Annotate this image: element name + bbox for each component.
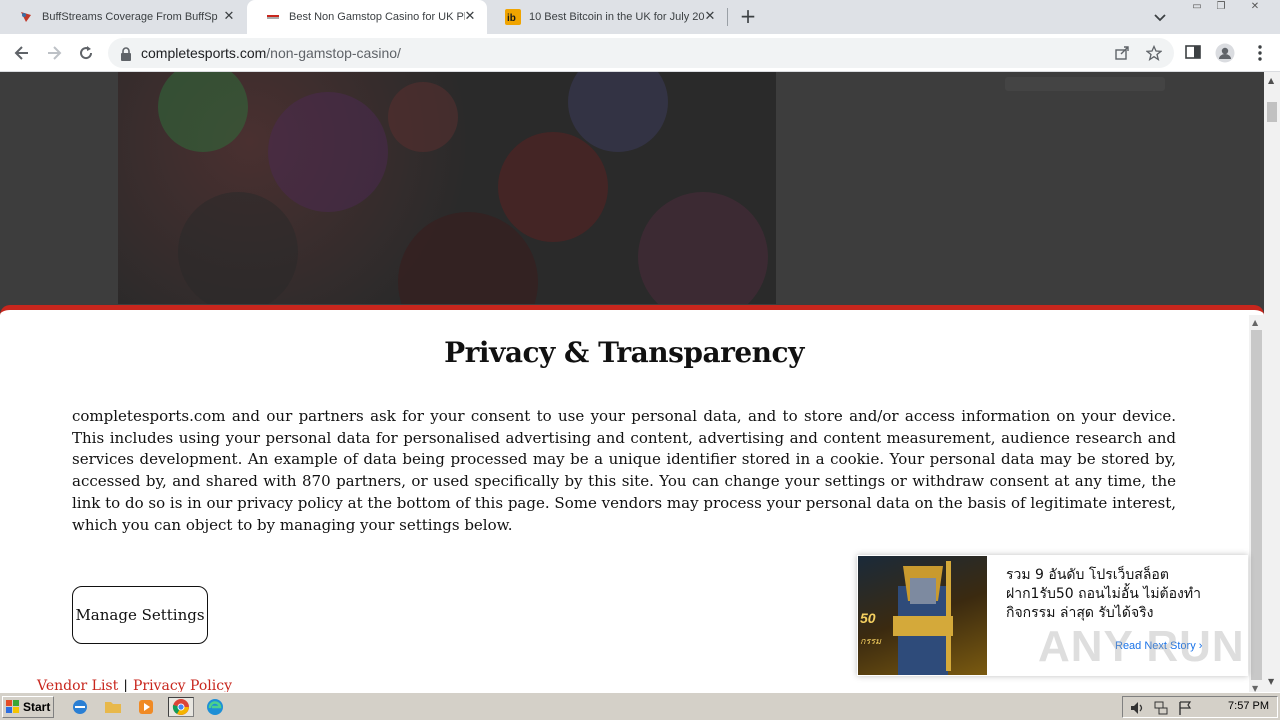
- restore-window-icon[interactable]: ❐: [1210, 0, 1232, 16]
- svg-text:ib: ib: [507, 13, 516, 24]
- volume-icon[interactable]: [1129, 700, 1145, 716]
- taskbar-clock[interactable]: 7:57 PM: [1228, 700, 1269, 712]
- system-tray: 7:57 PM: [1122, 696, 1278, 718]
- modal-footer-links: Vendor List | Privacy Policy: [37, 678, 232, 692]
- modal-scrollbar[interactable]: ▲ ▼: [1249, 315, 1264, 692]
- ad-headline[interactable]: รวม 9 อันดับ โปรเว็บสล็อต ฝาก1รับ50 ถอนไ…: [1006, 566, 1236, 623]
- tab-search-chevron-down-icon[interactable]: [1152, 9, 1168, 25]
- url-text[interactable]: completesports.com/non-gamstop-casino/: [141, 45, 401, 61]
- url-path: /non-gamstop-casino/: [266, 45, 401, 61]
- tab-title: BuffStreams Coverage From BuffSpo: [42, 11, 218, 23]
- modal-scroll-up-icon[interactable]: ▲: [1252, 319, 1261, 327]
- ad-thumbnail-image[interactable]: 50 กรรม: [858, 556, 987, 675]
- action-center-flag-icon[interactable]: [1177, 700, 1193, 716]
- close-tab-icon[interactable]: ✕: [703, 10, 717, 24]
- tab-buffstreams[interactable]: BuffStreams Coverage From BuffSpo ✕: [0, 0, 246, 34]
- page-scrollbar[interactable]: ▲ ▼: [1264, 72, 1280, 692]
- back-button[interactable]: [10, 41, 34, 65]
- buffstreams-favicon-icon: [18, 9, 34, 25]
- ib-favicon-icon: ib: [505, 9, 521, 25]
- tab-title: 10 Best Bitcoin in the UK for July 202: [529, 11, 705, 23]
- tab-strip: BuffStreams Coverage From BuffSpo ✕ Best…: [0, 0, 1280, 34]
- start-button[interactable]: Start: [2, 696, 54, 718]
- internet-explorer-icon[interactable]: [69, 697, 91, 717]
- new-tab-button[interactable]: +: [738, 6, 758, 27]
- address-bar[interactable]: completesports.com/non-gamstop-casino/: [108, 38, 1174, 68]
- modal-scroll-down-icon[interactable]: ▼: [1252, 685, 1261, 693]
- network-icon[interactable]: [1153, 700, 1169, 716]
- url-domain: completesports.com: [141, 45, 267, 61]
- browser-toolbar: completesports.com/non-gamstop-casino/: [0, 34, 1280, 72]
- tab-separator: [727, 8, 728, 26]
- edge-icon[interactable]: [204, 697, 226, 717]
- link-separator: |: [123, 678, 128, 692]
- minimize-window-icon[interactable]: ▭: [1186, 0, 1208, 16]
- menu-kebab-icon[interactable]: [1250, 43, 1270, 63]
- modal-title: Privacy & Transparency: [444, 336, 804, 369]
- bookmark-star-icon[interactable]: [1145, 44, 1163, 61]
- manage-settings-button[interactable]: Manage Settings: [72, 586, 208, 644]
- side-panel-icon[interactable]: [1184, 43, 1204, 63]
- completesports-favicon-icon: [265, 9, 281, 25]
- sidebar-placeholder: [1005, 77, 1165, 91]
- tab-title: Best Non Gamstop Casino for UK Pla: [289, 11, 465, 23]
- close-tab-icon[interactable]: ✕: [463, 10, 477, 24]
- forward-button[interactable]: [42, 41, 66, 65]
- close-window-icon[interactable]: ✕: [1244, 0, 1266, 16]
- file-explorer-icon[interactable]: [102, 697, 124, 717]
- windows-taskbar: Start 7:57 PM: [0, 692, 1280, 720]
- scroll-down-icon[interactable]: ▼: [1268, 678, 1276, 686]
- windows-logo-icon: [6, 700, 20, 714]
- consent-text: completesports.com and our partners ask …: [72, 407, 1176, 534]
- profile-avatar-icon[interactable]: [1215, 43, 1235, 63]
- modal-scrollbar-thumb[interactable]: [1251, 330, 1262, 680]
- start-label: Start: [23, 700, 51, 714]
- pharaoh-illustration: [893, 561, 953, 675]
- share-icon[interactable]: [1114, 45, 1130, 61]
- scroll-up-icon[interactable]: ▲: [1268, 77, 1276, 85]
- ad-image-number: 50: [860, 610, 876, 626]
- anyrun-watermark: ANY RUN: [1038, 622, 1245, 671]
- privacy-policy-link[interactable]: Privacy Policy: [133, 678, 232, 692]
- lock-icon[interactable]: [120, 46, 132, 65]
- close-tab-icon[interactable]: ✕: [222, 10, 236, 24]
- media-player-icon[interactable]: [135, 697, 157, 717]
- tab-bitcoin[interactable]: ib 10 Best Bitcoin in the UK for July 20…: [487, 0, 727, 34]
- tab-non-gamstop-casino[interactable]: Best Non Gamstop Casino for UK Pla ✕: [247, 0, 487, 34]
- ad-image-caption: กรรม: [860, 637, 882, 647]
- casino-hero-image: [118, 72, 776, 304]
- chrome-taskbar-icon[interactable]: [168, 697, 194, 717]
- scrollbar-thumb[interactable]: [1267, 102, 1277, 122]
- vendor-list-link[interactable]: Vendor List: [37, 678, 118, 692]
- reload-button[interactable]: [74, 41, 98, 65]
